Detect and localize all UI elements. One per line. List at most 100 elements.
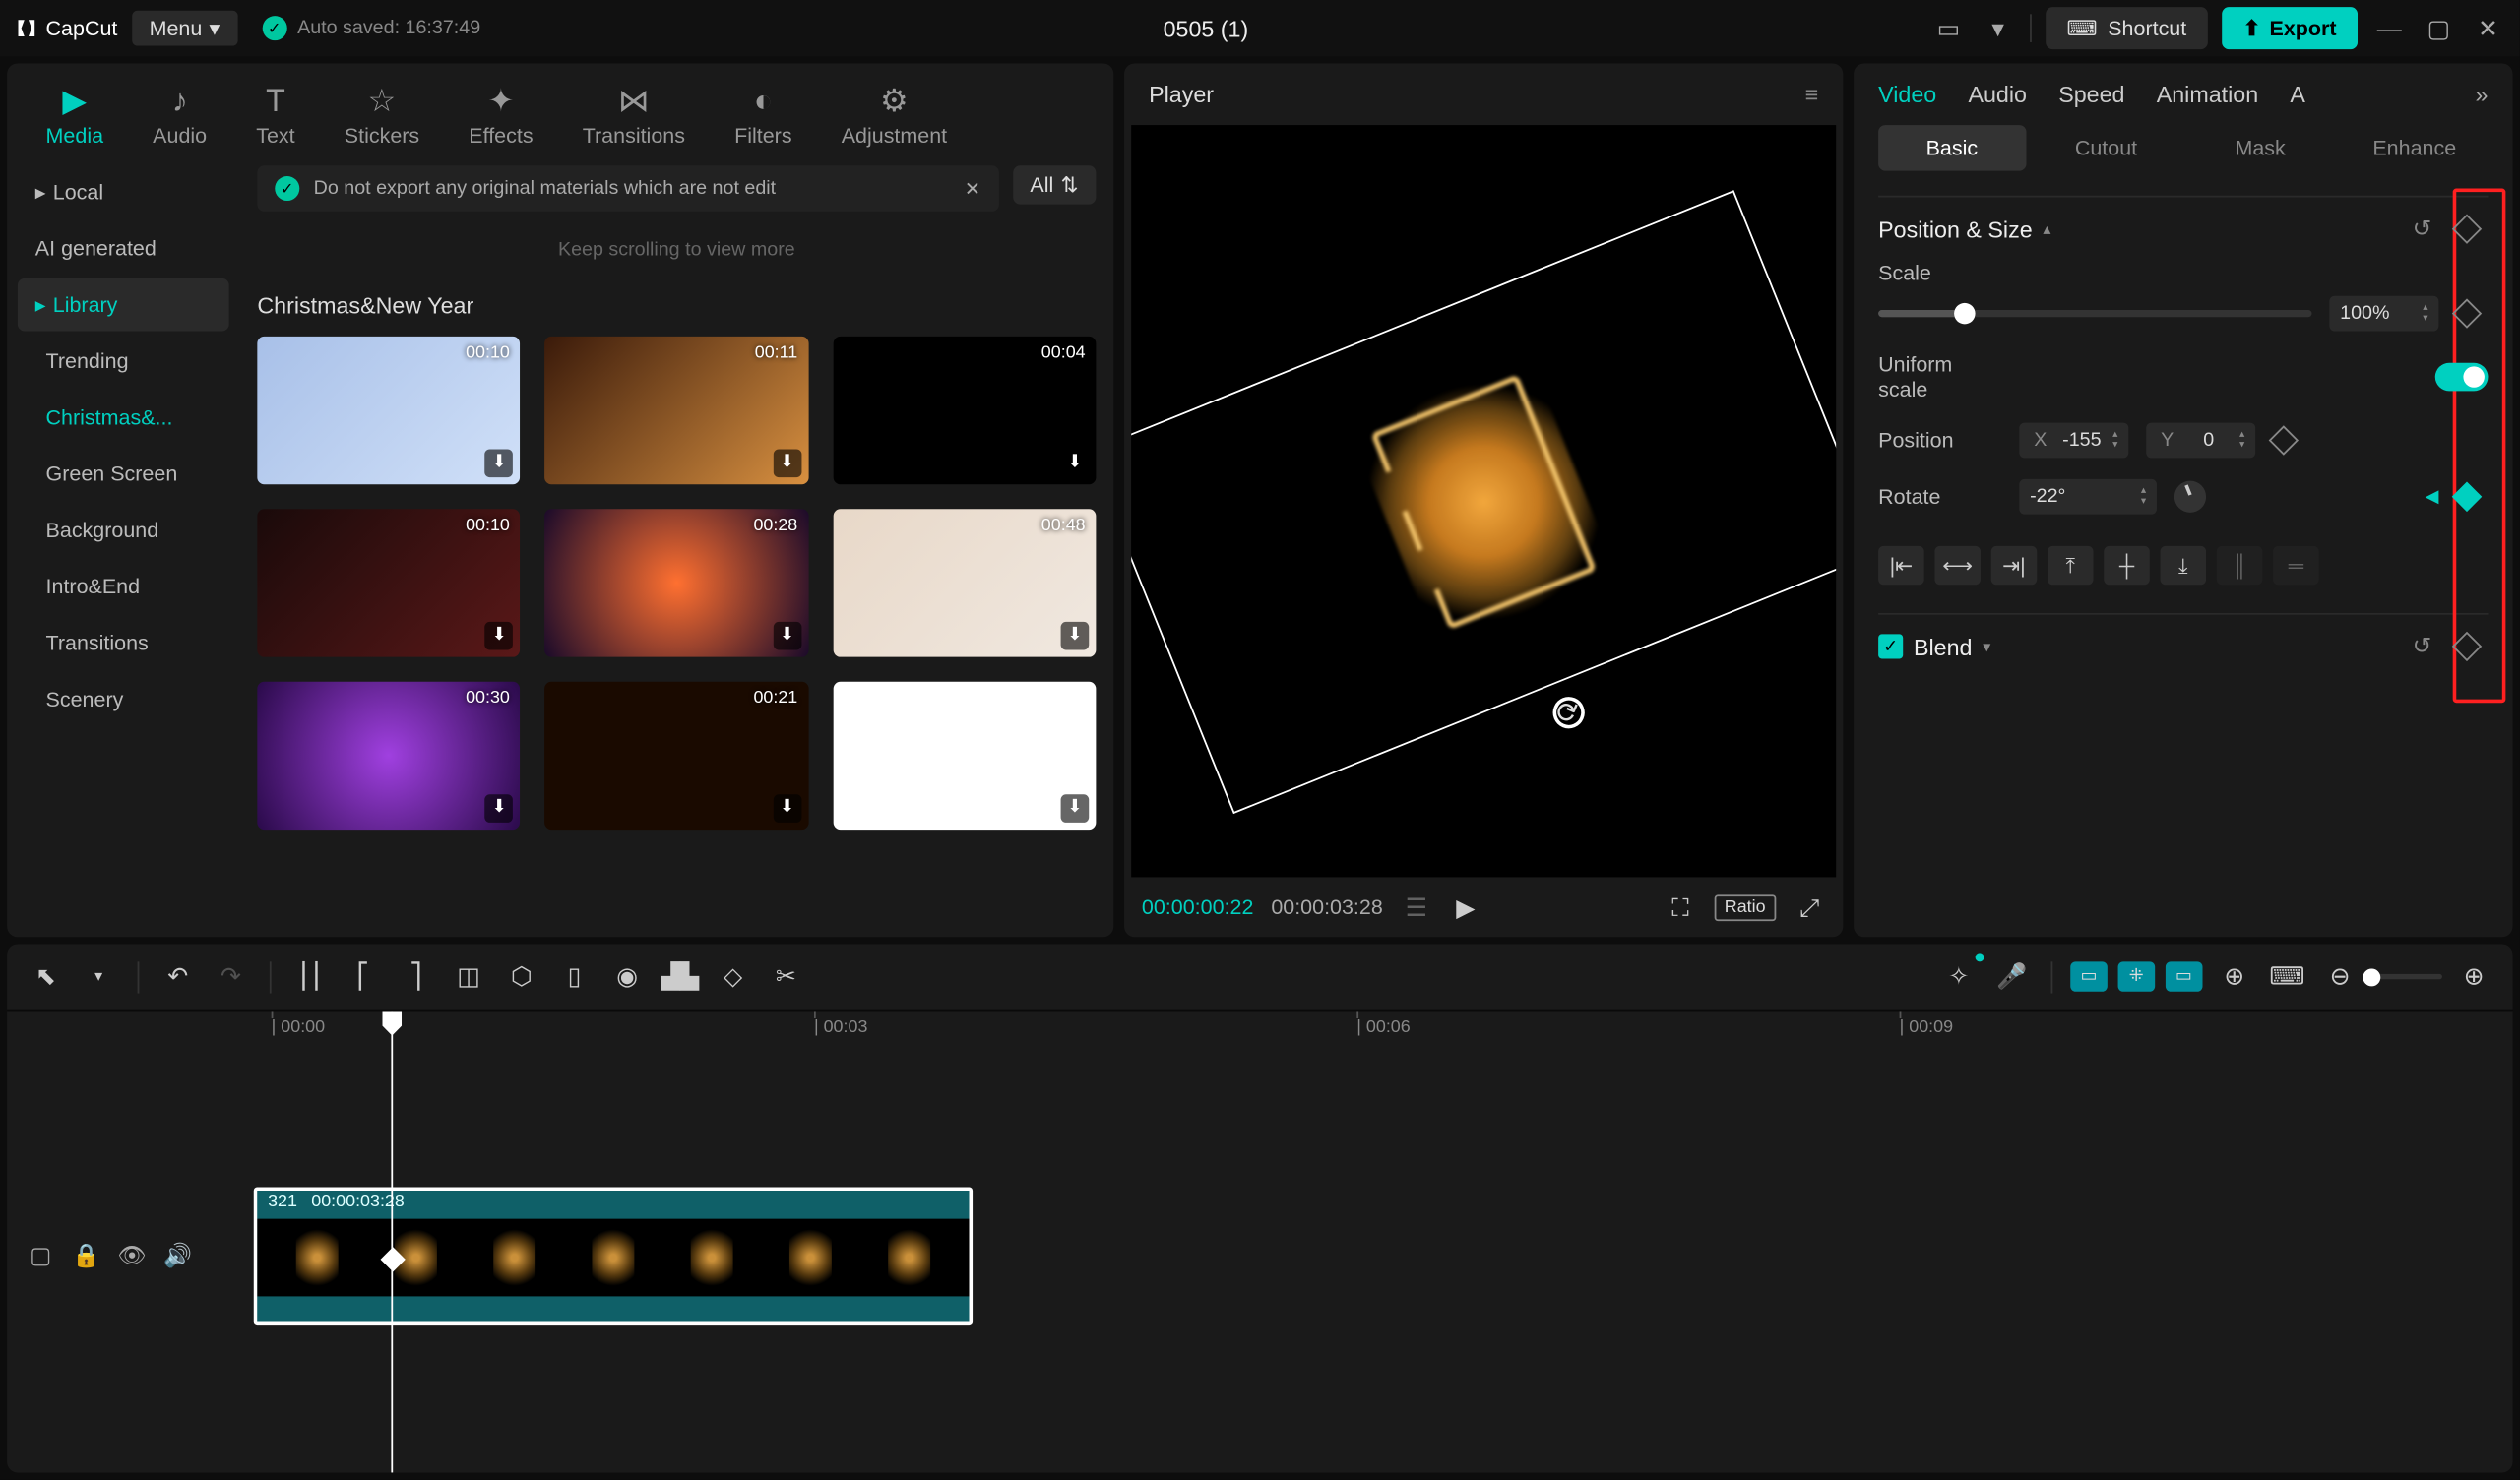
media-tab-text[interactable]: TText [235,74,316,154]
fullscreen-icon[interactable]: ⤢ [1794,892,1825,923]
keyframe-diamond[interactable] [2452,215,2482,244]
position-y-input[interactable]: Y 0 ▴▾ [2146,423,2255,459]
focus-icon[interactable]: ⛶ [1665,892,1696,923]
media-thumbnail[interactable]: 00:30⬇ [257,682,520,830]
zoom-slider[interactable] [2371,974,2442,979]
spinner-icon[interactable]: ▴▾ [2239,430,2244,451]
blend-checkbox[interactable]: ✓ [1878,634,1903,658]
media-thumbnail[interactable]: 00:28⬇ [545,509,808,656]
align-top-button[interactable]: ⤒ [2048,546,2094,585]
crop2-tool[interactable]: ✂ [765,956,807,998]
media-tab-effects[interactable]: ✦Effects [448,74,554,154]
rotate-input[interactable]: -22° ▴▾ [2019,479,2157,515]
media-tab-filters[interactable]: ◐Filters [714,74,813,154]
media-tab-adjustment[interactable]: ⚙Adjustment [820,74,968,154]
sidebar-item-library[interactable]: ▸ Library [18,278,229,332]
scale-input[interactable]: 100% ▴▾ [2329,296,2438,332]
mic-tool[interactable]: 🎤 [1990,956,2033,998]
snap-chip-2[interactable]: ⁜ [2118,961,2154,991]
subtab-cutout[interactable]: Cutout [2033,125,2179,171]
rotate-tool[interactable]: ◇ [712,956,754,998]
list-icon[interactable]: ☰ [1401,892,1432,923]
track-frame-icon[interactable]: ▢ [25,1240,56,1271]
filter-all-button[interactable]: All ⇅ [1013,165,1097,204]
reset-icon[interactable]: ↺ [2413,633,2432,661]
layout-icon[interactable]: ▭ [1931,11,1967,46]
media-tab-stickers[interactable]: ☆Stickers [323,74,440,154]
sidebar-item-scenery[interactable]: Scenery [18,673,229,726]
align-center-h-button[interactable]: ⟷ [1934,546,1981,585]
align-right-button[interactable]: ⇥| [1991,546,2038,585]
maximize-button[interactable]: ▢ [2421,11,2456,46]
rotate-dial[interactable] [2174,481,2206,513]
chevron-down-icon[interactable]: ▾ [1981,11,2016,46]
position-x-input[interactable]: X -155 ▴▾ [2019,423,2128,459]
download-icon[interactable]: ⬇ [773,449,801,477]
marker-tool[interactable]: ⊕ [2213,956,2255,998]
zoom-out-button[interactable]: ⊖ [2319,956,2362,998]
align-bottom-button[interactable]: ⤓ [2161,546,2207,585]
playhead[interactable] [391,1011,393,1472]
download-icon[interactable]: ⬇ [1061,622,1090,650]
subtab-enhance[interactable]: Enhance [2341,125,2488,171]
shortcut-button[interactable]: ⌨ Shortcut [2046,7,2208,49]
ratio-button[interactable]: Ratio [1714,894,1776,920]
spinner-icon[interactable]: ▴▾ [2112,430,2117,451]
snap-chip-3[interactable]: ▭ [2165,961,2202,991]
media-thumbnail[interactable]: 00:10⬇ [257,509,520,656]
tab-audio[interactable]: Audio [1968,81,2027,107]
overflow-icon[interactable]: » [2476,81,2488,107]
collapse-icon[interactable]: ▾ [1983,637,1990,656]
align-left-button[interactable]: |⇤ [1878,546,1924,585]
sidebar-item-green-screen[interactable]: Green Screen [18,448,229,501]
scale-slider[interactable] [1878,310,2311,317]
media-tab-transitions[interactable]: ⋈Transitions [561,74,706,154]
sidebar-item-local[interactable]: ▸ Local [18,165,229,218]
timeline-clip[interactable]: 321 00:00:03:28 [254,1187,973,1325]
mirror-tool[interactable]: ▟▙ [659,956,701,998]
download-icon[interactable]: ⬇ [485,449,514,477]
media-thumbnail[interactable]: 00:21⬇ [545,682,808,830]
select-tool[interactable]: ⬉ [25,956,67,998]
mask-tool[interactable]: ⬡ [500,956,542,998]
keyframe-diamond[interactable] [2269,425,2299,455]
sidebar-item-christmas-[interactable]: Christmas&... [18,391,229,444]
close-icon[interactable]: ✕ [965,177,981,200]
sidebar-item-trending[interactable]: Trending [18,335,229,388]
tab-video[interactable]: Video [1878,81,1936,107]
close-button[interactable]: ✕ [2471,11,2506,46]
download-icon[interactable]: ⬇ [485,622,514,650]
undo-button[interactable]: ↶ [157,956,199,998]
media-thumbnail[interactable]: 00:48⬇ [833,509,1096,656]
menu-button[interactable]: Menu ▾ [132,11,238,46]
export-button[interactable]: ⬆ Export [2222,7,2358,49]
download-icon[interactable]: ⬇ [773,622,801,650]
media-thumbnail[interactable]: 00:04⬇ [833,337,1096,484]
sidebar-item-transitions[interactable]: Transitions [18,617,229,670]
media-tab-media[interactable]: ▶Media [25,74,124,154]
magic-tool[interactable]: ✧ [1937,956,1980,998]
tab-more[interactable]: A [2290,81,2305,107]
snap-chip-1[interactable]: ▭ [2070,961,2108,991]
frame-tool[interactable]: ▯ [553,956,596,998]
reset-icon[interactable]: ↺ [2413,215,2432,243]
spinner-icon[interactable]: ▴▾ [2141,486,2146,507]
sidebar-item-background[interactable]: Background [18,504,229,557]
player-menu-icon[interactable]: ≡ [1805,81,1819,107]
spinner-icon[interactable]: ▴▾ [2423,303,2427,324]
player-viewport[interactable]: ⟳ [1131,125,1836,877]
track-mute-icon[interactable]: 🔊 [162,1240,194,1271]
sidebar-item-ai-generated[interactable]: AI generated [18,222,229,276]
subtab-basic[interactable]: Basic [1878,125,2025,171]
keyframe-diamond[interactable] [2452,298,2482,328]
sidebar-item-intro-end[interactable]: Intro&End [18,560,229,613]
speed-tool[interactable]: ◉ [606,956,649,998]
track-lock-icon[interactable]: 🔒 [71,1240,102,1271]
media-tab-audio[interactable]: ♪Audio [132,74,228,154]
crop-tool[interactable]: ◫ [448,956,490,998]
download-icon[interactable]: ⬇ [1061,449,1090,477]
keyframe-diamond-active[interactable] [2452,482,2482,512]
trim-right-tool[interactable]: ⎤ [395,956,437,998]
minimize-button[interactable]: — [2371,11,2407,46]
trim-left-tool[interactable]: ⎡ [342,956,384,998]
